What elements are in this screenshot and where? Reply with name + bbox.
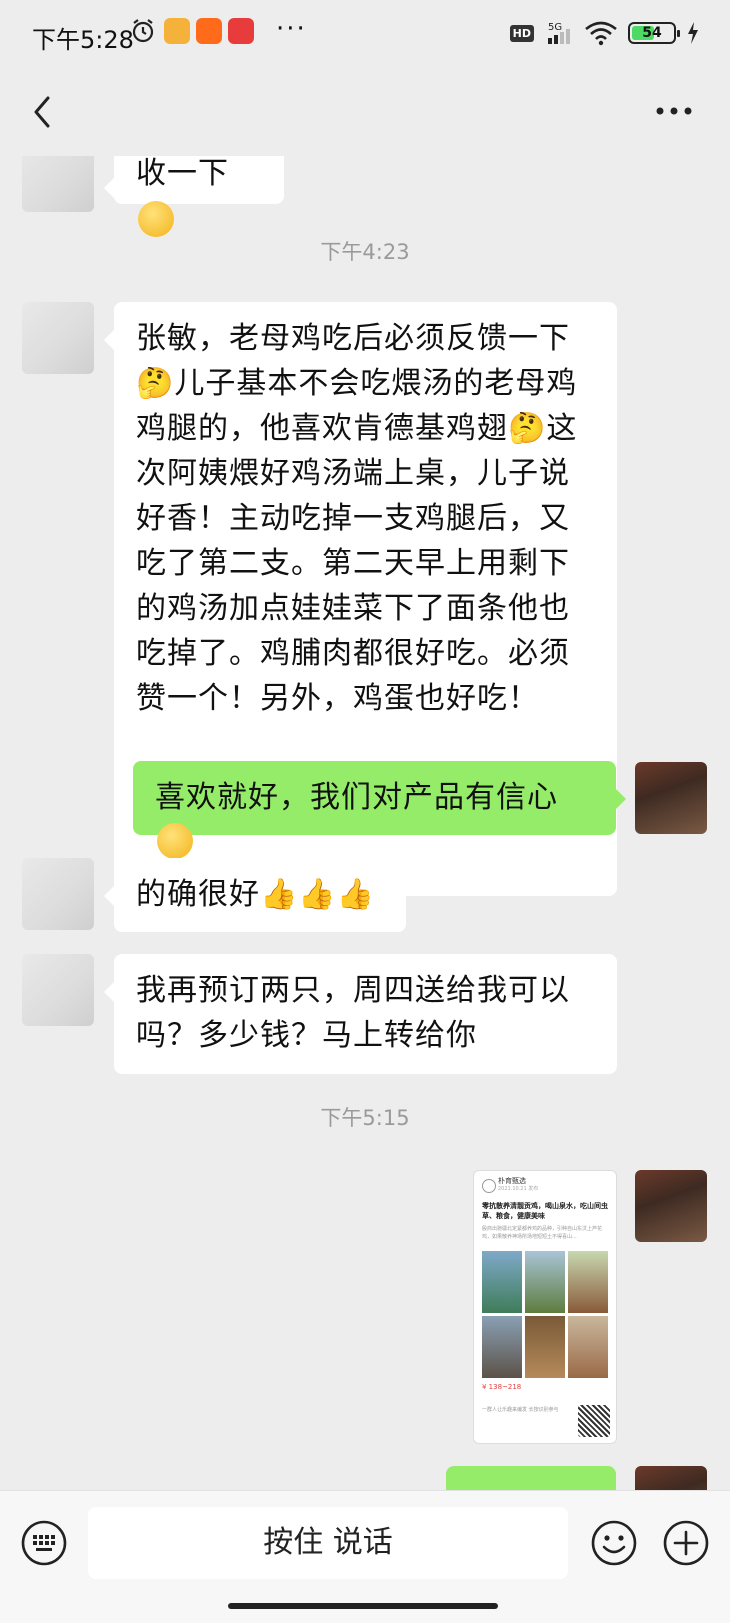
card-photo [525, 1251, 565, 1313]
notes-app-icon [164, 18, 190, 44]
account-logo-icon [482, 1179, 496, 1193]
message-text: 的确很好 [136, 877, 260, 912]
message-text: 张敏，老母鸡吃后必须反馈一下🤔儿子基本不会吃煨汤的老母鸡鸡腿的，他喜欢肯德基鸡翅… [136, 321, 578, 716]
card-title: 零抗散养清靓贡鸡，喝山泉水，吃山间虫草、粮食，健康美味 [482, 1202, 608, 1220]
message-bubble-received[interactable]: 我再预订两只，周四送给我可以吗？多少钱？马上转给你 [104, 954, 617, 1074]
charging-icon [688, 22, 698, 44]
cellular-signal-icon: 5G [548, 22, 570, 44]
card-description: 殷商出驰疆北定紧都养鸡的品种，引种自山东汶上芦花鸡，如果散养神场所场地短短土不得… [482, 1226, 603, 1240]
card-photo [525, 1316, 565, 1378]
contact-avatar[interactable] [22, 156, 94, 212]
card-footer: 一群人让乐趣来编发 长按识别参与 [482, 1407, 559, 1413]
card-price: ¥ 138~218 [482, 1383, 522, 1391]
battery-text: 54 [642, 25, 662, 41]
card-photo [568, 1251, 608, 1313]
news-app-icon [228, 18, 254, 44]
battery-cap [677, 30, 680, 37]
my-avatar[interactable] [635, 1466, 707, 1490]
thumbs-up-icon: 👍👍👍 [260, 877, 376, 912]
message-bubble-sent[interactable] [446, 1466, 616, 1490]
timestamp: 下午4:23 [320, 240, 410, 264]
contact-avatar[interactable] [22, 302, 94, 374]
grin-emoji-icon [138, 201, 174, 237]
my-avatar[interactable] [635, 1170, 707, 1242]
alarm-icon [132, 19, 154, 43]
battery-indicator: 54 [628, 22, 680, 44]
message-text: 我再预订两只，周四送给我可以吗？多少钱？马上转给你 [136, 973, 570, 1053]
hold-to-talk-button[interactable]: 按住 说话 [88, 1507, 568, 1579]
network-label: 5G [548, 22, 562, 33]
input-bar: 按住 说话 [0, 1490, 730, 1623]
keyboard-icon[interactable] [20, 1519, 68, 1567]
smiley-icon[interactable] [590, 1519, 638, 1567]
message-text: 喜欢就好，我们对产品有信心 [155, 780, 558, 815]
message-bubble-sent[interactable]: 喜欢就好，我们对产品有信心 [133, 761, 626, 859]
chevron-left-icon[interactable] [24, 92, 64, 132]
chat-area[interactable]: 收一下 下午4:23 张敏，老母鸡吃后必须反馈一下🤔儿子基本不会吃煨汤的老母鸡鸡… [0, 156, 730, 1490]
smile-emoji-icon [157, 823, 193, 859]
message-text: 收一下 [136, 156, 229, 191]
mi-app-icon [196, 18, 222, 44]
plus-circle-icon[interactable] [662, 1519, 710, 1567]
timestamp: 下午5:15 [320, 1106, 410, 1130]
hd-badge: HD [509, 24, 534, 42]
qr-code-icon [578, 1405, 610, 1437]
wifi-icon [585, 21, 617, 46]
contact-avatar[interactable] [22, 858, 94, 930]
card-photo [482, 1251, 522, 1313]
status-time: 下午5:28 [32, 26, 134, 54]
card-date: 2021.10.21 发布 [498, 1186, 539, 1192]
my-avatar[interactable] [635, 762, 707, 834]
status-right: HD 5G 54 [509, 18, 700, 48]
status-more-dots: ··· [276, 14, 307, 44]
card-photo [482, 1316, 522, 1378]
card-photo-grid [482, 1251, 608, 1378]
contact-avatar[interactable] [22, 954, 94, 1026]
more-dots-icon[interactable] [652, 96, 696, 126]
chat-header [0, 70, 730, 156]
status-bar: 下午5:28 ··· HD 5G 54 [0, 0, 730, 70]
message-bubble-received[interactable]: 的确很好👍👍👍 [104, 858, 406, 932]
shared-article-card[interactable]: 朴育甄选 2021.10.21 发布 零抗散养清靓贡鸡，喝山泉水，吃山间虫草、粮… [473, 1170, 617, 1444]
card-photo [568, 1316, 608, 1378]
message-bubble-received[interactable]: 收一下 [104, 156, 284, 237]
home-indicator[interactable] [228, 1603, 498, 1609]
